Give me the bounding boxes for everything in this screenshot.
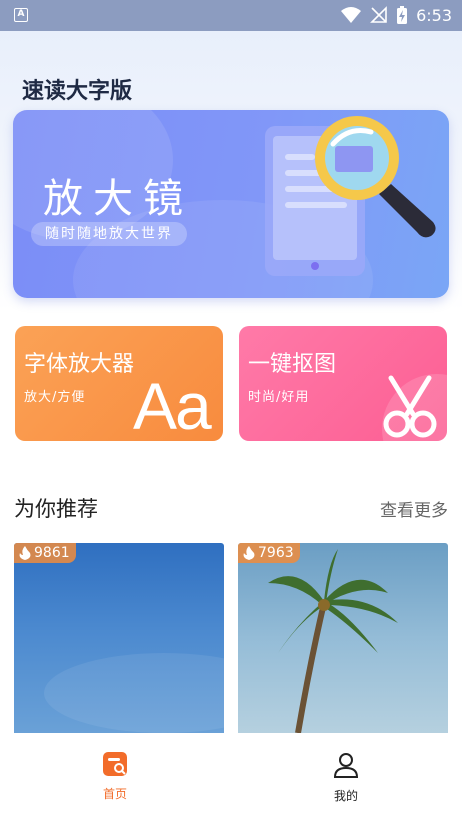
no-signal-icon [370, 6, 387, 23]
fire-icon [19, 546, 31, 560]
sky-image [44, 653, 224, 733]
recommend-section-title: 为你推荐 [14, 497, 98, 521]
magnifier-phone-illustration [265, 116, 436, 276]
card-title: 字体放大器 [24, 352, 135, 377]
card-desc: 放大/方便 [24, 390, 86, 405]
views-badge: 9861 [14, 543, 76, 563]
banner-subtitle: 随时随地放大世界 [31, 222, 187, 246]
see-more-link[interactable]: 查看更多 [380, 496, 448, 521]
tab-mine[interactable]: 我的 [316, 751, 376, 804]
aa-glyph-art: Aa [133, 369, 212, 441]
home-doc-icon [103, 752, 127, 776]
card-desc: 时尚/好用 [248, 390, 310, 405]
fire-icon [243, 546, 255, 560]
magnifier-banner[interactable]: 放大镜 随时随地放大世界 [13, 110, 449, 298]
app-notification-icon: A [14, 8, 28, 22]
one-click-cutout-card[interactable]: 一键抠图 时尚/好用 [239, 326, 447, 441]
status-time: 6:53 [416, 5, 452, 25]
recommend-item[interactable]: 9861 [14, 543, 224, 733]
recommend-item[interactable]: 7963 [238, 543, 448, 733]
wifi-icon [341, 7, 362, 23]
card-title: 一键抠图 [248, 352, 337, 377]
battery-charging-icon [397, 6, 408, 24]
banner-title: 放大镜 [43, 176, 193, 222]
views-count: 9861 [34, 545, 70, 561]
views-badge: 7963 [238, 543, 300, 563]
status-bar: A 6:53 [0, 0, 462, 31]
palm-tree-image [268, 549, 398, 733]
app-title: 速读大字版 [22, 79, 133, 104]
font-magnifier-card[interactable]: 字体放大器 放大/方便 Aa [15, 326, 223, 441]
tab-label: 我的 [333, 789, 358, 803]
scissors-icon [383, 375, 437, 438]
tab-home[interactable]: 首页 [85, 751, 145, 802]
status-icons: 6:53 [340, 5, 452, 25]
user-icon [333, 753, 359, 778]
bottom-tab-bar: 首页 我的 [0, 733, 462, 823]
tab-label: 首页 [102, 787, 127, 801]
views-count: 7963 [258, 545, 294, 561]
